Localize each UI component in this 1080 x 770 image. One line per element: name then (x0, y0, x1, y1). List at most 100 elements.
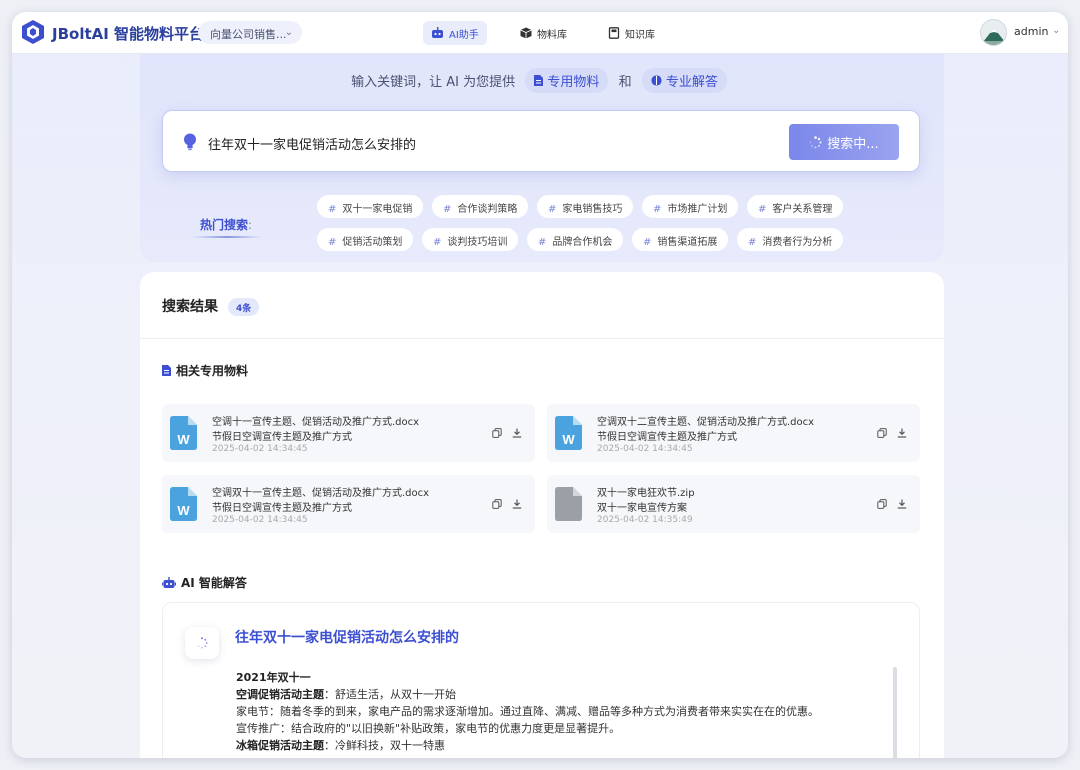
file-timestamp: 2025-04-02 14:34:45 (212, 515, 308, 525)
hot-tag-label: 客户关系管理 (772, 204, 833, 215)
robot-icon (162, 576, 176, 588)
nav-ai-label: AI助手 (449, 29, 479, 41)
file-name: 空调双十二宣传主题、促销活动及推广方式.docx (597, 417, 815, 428)
hash-icon: # (328, 204, 337, 215)
hot-tag[interactable]: # 销售渠道拓展 (632, 228, 729, 251)
hot-tag-label: 谈判技巧培训 (447, 237, 508, 248)
tagline-text: 输入关键词，让 AI 为您提供 (351, 75, 516, 90)
brain-icon (651, 75, 662, 86)
materials-heading-text: 相关专用物料 (176, 364, 249, 378)
download-icon[interactable] (512, 428, 522, 438)
download-icon[interactable] (897, 428, 907, 438)
hot-tag[interactable]: # 市场推广计划 (642, 195, 739, 218)
file-timestamp: 2025-04-02 14:35:49 (597, 515, 693, 525)
word-file-icon: W (555, 416, 582, 450)
search-button-label: 搜索中... (827, 136, 879, 152)
hot-tag-label: 合作谈判策略 (457, 204, 518, 215)
top-header: JBoltAI 智能物料平台 向量公司销售... ⌄ AI助手 物料库 知识库 … (12, 12, 1068, 54)
search-input[interactable]: 往年双十一家电促销活动怎么安排的 搜索中... (162, 110, 920, 172)
results-count-badge: 4条 (228, 298, 260, 316)
hot-tag[interactable]: # 谈判技巧培训 (422, 228, 519, 251)
file-card[interactable]: W 空调双十二宣传主题、促销活动及推广方式.docx 节假日空调宣传主题及推广方… (547, 404, 920, 462)
nav-material-label: 物料库 (537, 29, 567, 41)
robot-icon (432, 27, 443, 38)
ai-answer-card: 往年双十一家电促销活动怎么安排的 2021年双十一 空调促销活动主题：舒适生活，… (162, 602, 920, 758)
answer-loading-indicator (185, 627, 219, 659)
hot-tag-label: 消费者行为分析 (762, 237, 833, 248)
search-results-panel: 搜索结果 4条 相关专用物料 W 空调十一宣传主题、促销活动及推广方式.docx… (140, 272, 944, 758)
document-icon (534, 75, 544, 86)
hot-tag[interactable]: # 客户关系管理 (747, 195, 844, 218)
hash-icon: # (748, 237, 757, 248)
copy-icon[interactable] (877, 499, 887, 509)
answer-title: 往年双十一家电促销活动怎么安排的 (235, 630, 459, 646)
answer-fridge-value: ：冷鲜科技，双十一特惠 (324, 739, 445, 752)
document-icon (162, 365, 171, 376)
file-timestamp: 2025-04-02 14:34:45 (597, 444, 693, 454)
hash-icon: # (758, 204, 767, 215)
hot-tag[interactable]: # 促销活动策划 (317, 228, 414, 251)
lightbulb-icon (184, 133, 196, 151)
nav-material-library[interactable]: 物料库 (512, 21, 575, 45)
cube-icon (520, 27, 532, 39)
user-chevron-down-icon[interactable]: ⌄ (1052, 25, 1060, 36)
hot-tag-label: 双十一家电促销 (342, 204, 413, 215)
search-query-text: 往年双十一家电促销活动怎么安排的 (208, 138, 417, 153)
hash-icon: # (653, 204, 662, 215)
answer-line: 空调促销活动主题：舒适生活，从双十一开始 (236, 686, 819, 703)
file-card[interactable]: W 空调十一宣传主题、促销活动及推广方式.docx 节假日空调宣传主题及推广方式… (162, 404, 535, 462)
answer-line: 冰箱促销活动主题：冷鲜科技，双十一特惠 (236, 737, 819, 754)
hash-icon: # (443, 204, 452, 215)
nav-ai-assistant[interactable]: AI助手 (423, 21, 487, 45)
book-icon (608, 27, 620, 39)
chevron-down-icon: ⌄ (284, 27, 293, 38)
file-description: 节假日空调宣传主题及推广方式 (212, 432, 352, 443)
hot-tag-label: 销售渠道拓展 (657, 237, 718, 248)
hash-icon: # (538, 237, 547, 248)
search-button[interactable]: 搜索中... (789, 124, 899, 160)
hot-tag-label: 品牌合作机会 (552, 237, 613, 248)
word-file-icon: W (170, 416, 197, 450)
file-card[interactable]: 双十一家电狂欢节.zip 双十一家电宣传方案 2025-04-02 14:35:… (547, 475, 920, 533)
svg-text:W: W (562, 432, 575, 447)
answer-body: 2021年双十一 空调促销活动主题：舒适生活，从双十一开始 家电节：随着冬季的到… (236, 669, 819, 754)
copy-icon[interactable] (492, 428, 502, 438)
answer-scrollbar[interactable] (893, 667, 897, 758)
answer-ac-value: ：舒适生活，从双十一开始 (324, 688, 456, 701)
hot-tag-label: 家电销售技巧 (562, 204, 623, 215)
copy-icon[interactable] (492, 499, 502, 509)
file-card[interactable]: W 空调双十一宣传主题、促销活动及推广方式.docx 节假日空调宣传主题及推广方… (162, 475, 535, 533)
nav-knowledge-base[interactable]: 知识库 (600, 21, 663, 45)
file-description: 双十一家电宣传方案 (597, 503, 687, 514)
results-divider (140, 338, 944, 339)
user-name[interactable]: admin (1014, 25, 1048, 38)
copy-icon[interactable] (877, 428, 887, 438)
avatar[interactable] (980, 19, 1007, 46)
hash-icon: # (328, 237, 337, 248)
ai-answer-heading: AI 智能解答 (162, 574, 247, 591)
hot-tag[interactable]: # 合作谈判策略 (432, 195, 529, 218)
hot-tag[interactable]: # 消费者行为分析 (737, 228, 844, 251)
file-description: 节假日空调宣传主题及推广方式 (212, 503, 352, 514)
hot-search-colon: : (248, 218, 253, 232)
answer-year: 2021年双十一 (236, 671, 311, 684)
hash-icon: # (548, 204, 557, 215)
jbolt-logo-icon (22, 20, 44, 44)
mountain-avatar-icon (981, 20, 1006, 45)
pill-answers-label: 专业解答 (665, 75, 718, 90)
download-icon[interactable] (512, 499, 522, 509)
hot-tag[interactable]: # 家电销售技巧 (537, 195, 634, 218)
svg-text:W: W (177, 432, 190, 447)
pill-materials: 专用物料 (525, 68, 609, 93)
materials-heading: 相关专用物料 (162, 362, 248, 379)
hot-search-text: 热门搜索 (200, 218, 249, 232)
loading-spinner-icon (197, 637, 208, 649)
hot-tag[interactable]: # 双十一家电促销 (317, 195, 424, 218)
file-name: 双十一家电狂欢节.zip (597, 488, 695, 499)
answer-line: 宣传推广：结合政府的"以旧换新"补贴政策，家电节的优惠力度更是显著提升。 (236, 722, 621, 735)
download-icon[interactable] (897, 499, 907, 509)
hot-tag[interactable]: # 品牌合作机会 (527, 228, 624, 251)
answer-line: 家电节：随着冬季的到来，家电产品的需求逐渐增加。通过直降、满减、赠品等多种方式为… (236, 705, 819, 718)
company-selector[interactable]: 向量公司销售... ⌄ (198, 21, 302, 44)
app-window: JBoltAI 智能物料平台 向量公司销售... ⌄ AI助手 物料库 知识库 … (12, 12, 1068, 758)
